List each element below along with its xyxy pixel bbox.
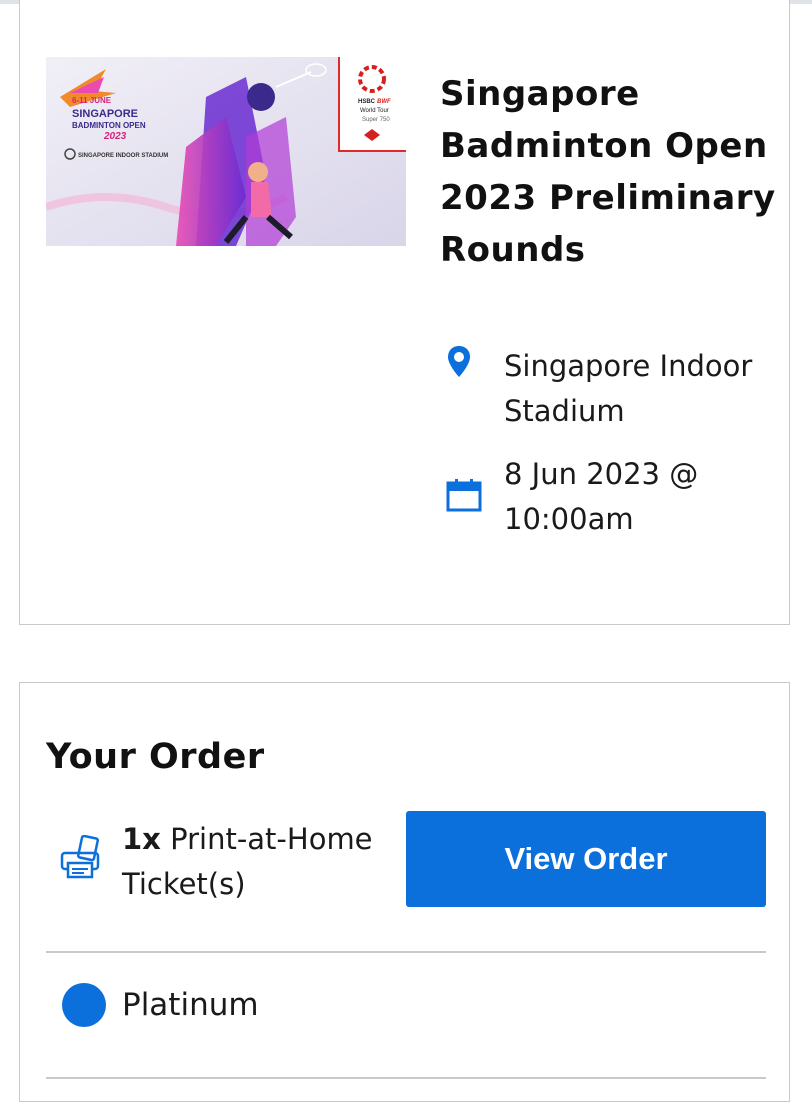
tier-color-dot [62, 983, 106, 1027]
event-title: Singapore Badminton Open 2023 Preliminar… [440, 74, 776, 270]
map-pin-icon [440, 344, 490, 380]
banner-sponsor-line4: Super 750 [362, 117, 390, 123]
banner-dates: 6-11 JUNE [72, 96, 112, 105]
ticket-tier-row: Platinum [46, 983, 259, 1027]
printer-icon [60, 834, 108, 885]
date-row: 8 Jun 2023 @ 10:00am [440, 452, 780, 542]
venue-row: Singapore Indoor Stadium [440, 344, 780, 434]
banner-venue-logo-text: SINGAPORE INDOOR STADIUM [78, 153, 168, 159]
order-card: Your Order 1x Print-at-Home Ticket(s) Vi… [19, 682, 790, 1102]
banner-name-line2: BADMINTON OPEN [72, 121, 146, 130]
divider [46, 951, 766, 953]
banner-name-line1: SINGAPORE [72, 108, 138, 120]
event-banner-image: 6-11 JUNE SINGAPORE BADMINTON OPEN 2023 … [46, 57, 406, 246]
calendar-icon [440, 452, 490, 512]
ticket-description: 1x Print-at-Home Ticket(s) [122, 817, 412, 907]
event-venue: Singapore Indoor Stadium [504, 349, 753, 428]
ticket-tier: Platinum [122, 987, 259, 1023]
banner-sponsor-line2: BWF [377, 99, 391, 105]
banner-sponsor-line3: World Tour [360, 108, 389, 114]
banner-year: 2023 [103, 131, 127, 142]
ticket-quantity: 1x [122, 822, 161, 856]
banner-sponsor-line1: HSBC [358, 99, 376, 105]
event-datetime: 8 Jun 2023 @ 10:00am [504, 457, 699, 536]
divider [46, 1077, 766, 1079]
view-order-button[interactable]: View Order [406, 811, 766, 907]
event-card: 6-11 JUNE SINGAPORE BADMINTON OPEN 2023 … [19, 0, 790, 625]
order-heading: Your Order [46, 737, 265, 777]
